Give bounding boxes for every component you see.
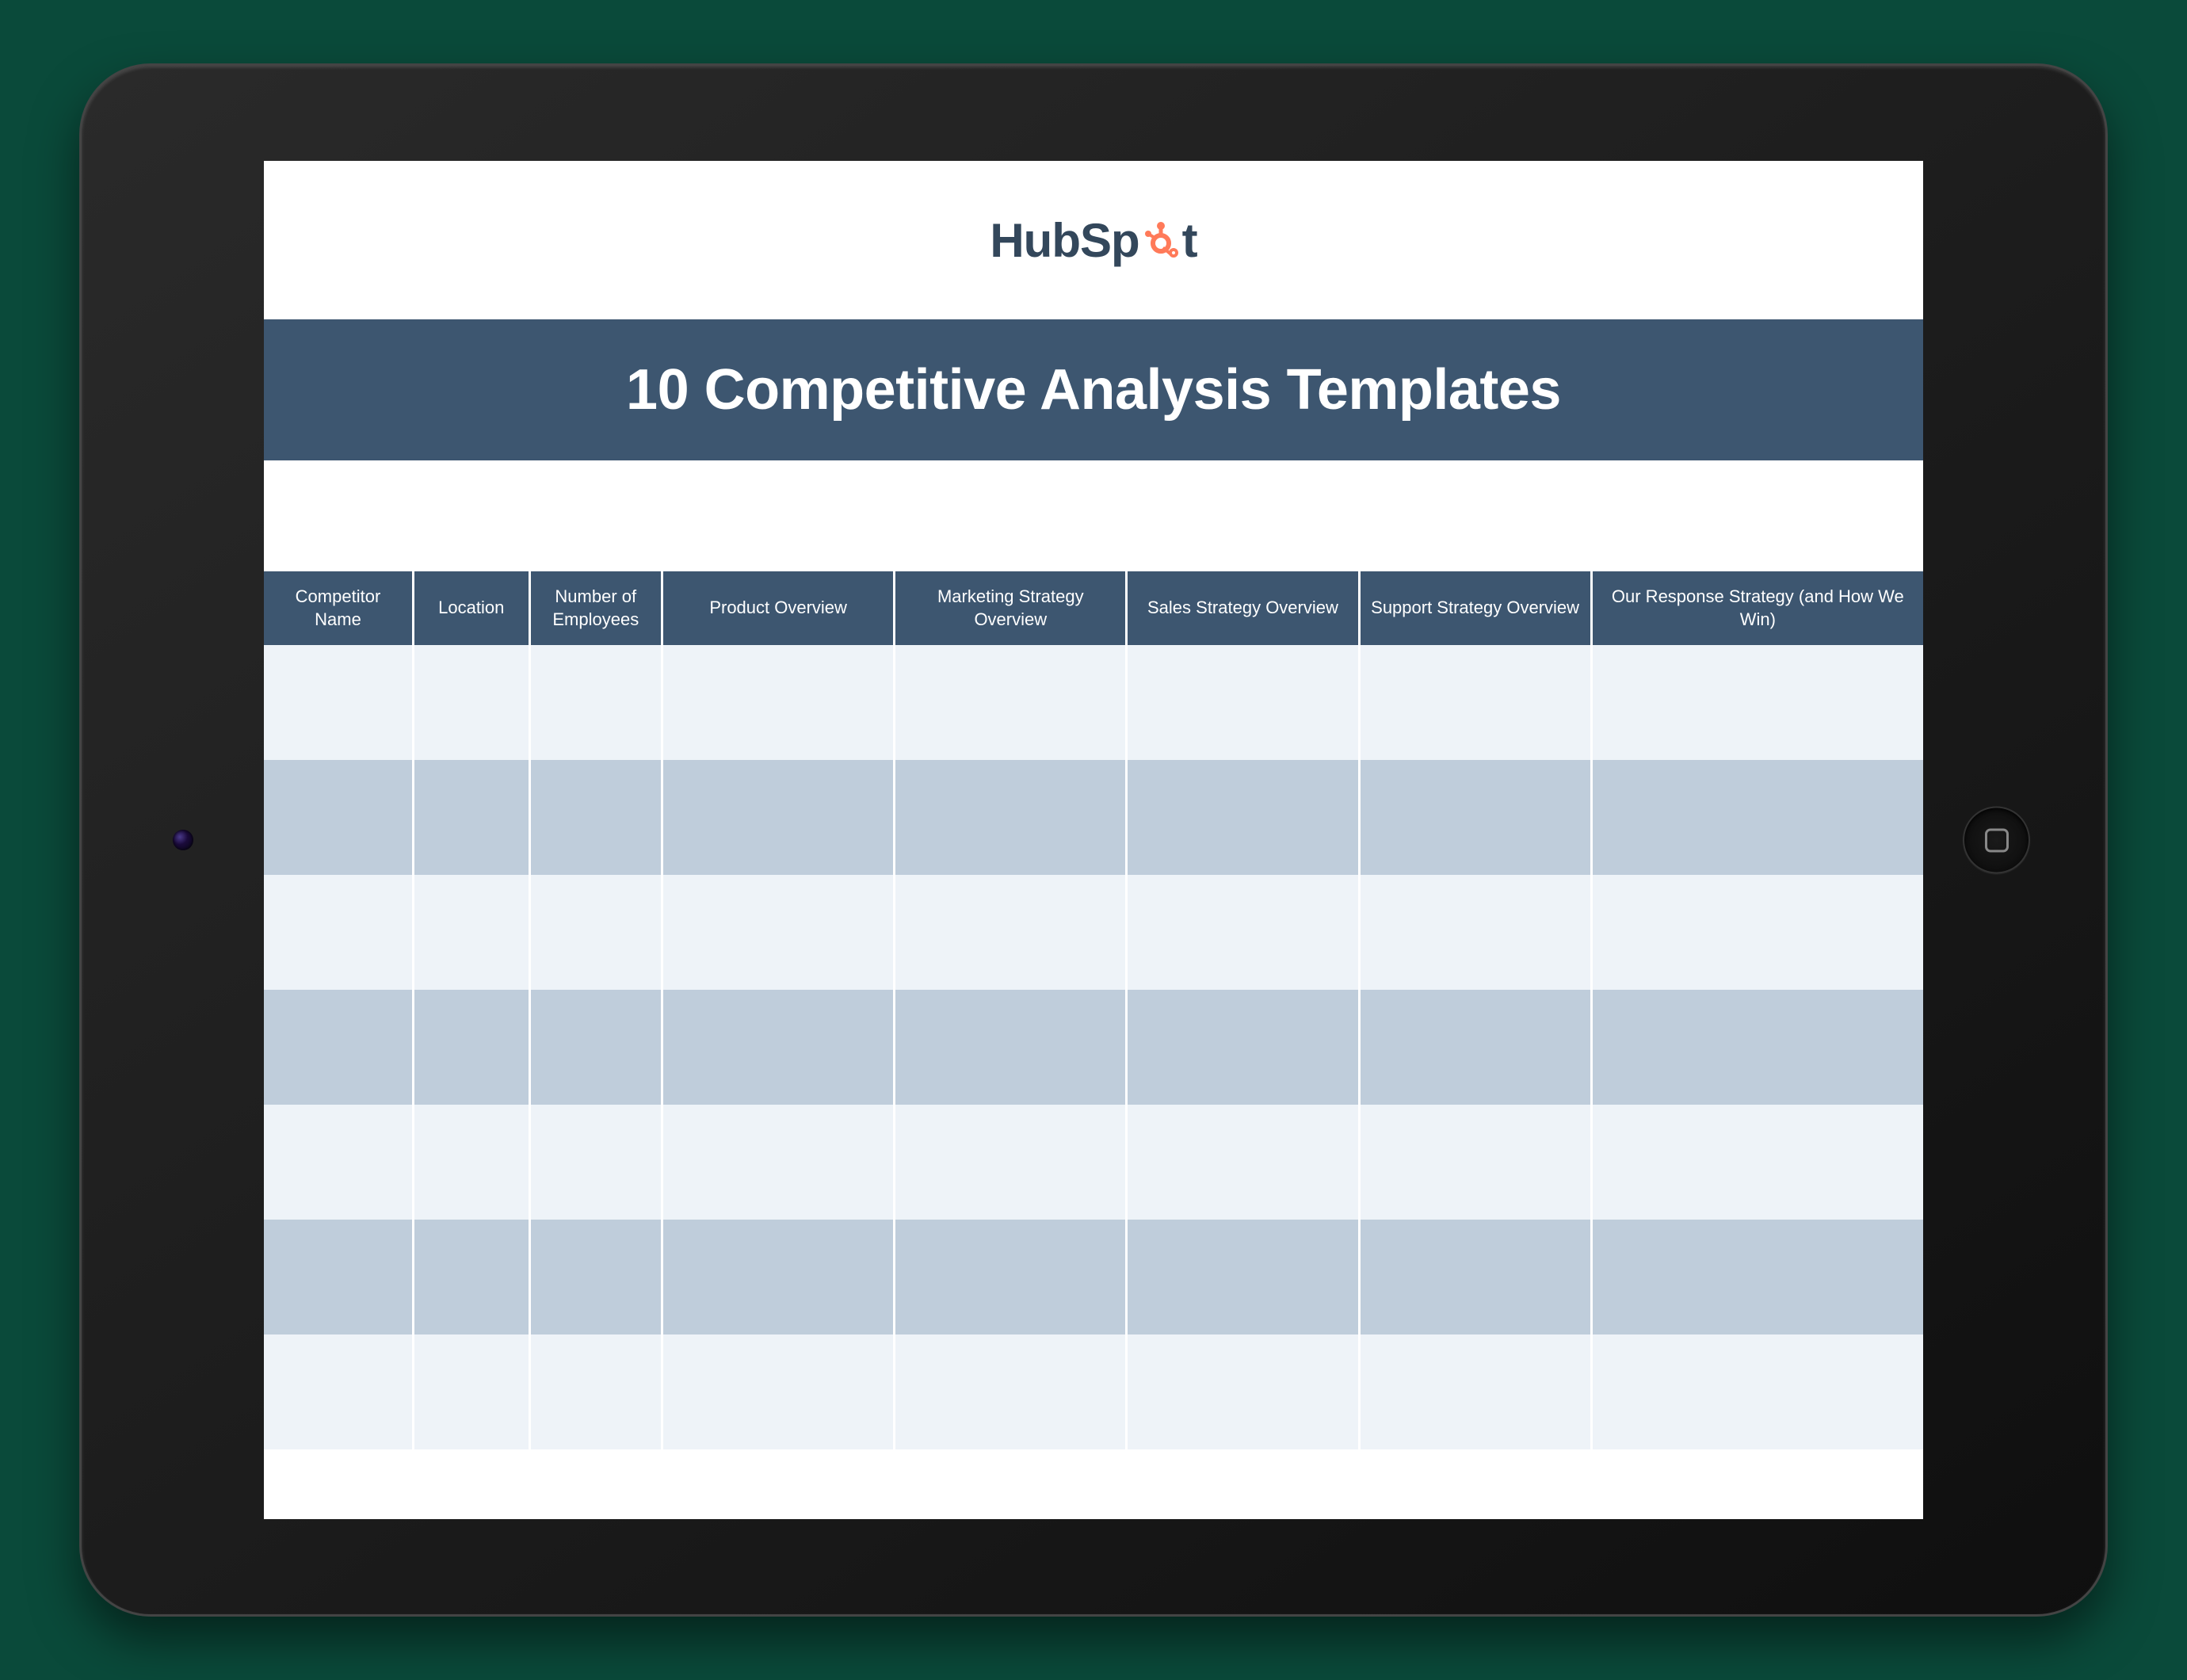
table-cell[interactable] — [1359, 1220, 1591, 1334]
brand-logo-area: HubSp t — [264, 161, 1923, 319]
home-button-icon — [1985, 828, 2009, 852]
table-body — [264, 645, 1923, 1449]
table-cell[interactable] — [662, 1105, 895, 1220]
competitive-analysis-table: Competitor Name Location Number of Emplo… — [264, 571, 1923, 1449]
spacer — [264, 460, 1923, 571]
table-cell[interactable] — [529, 645, 662, 760]
table-cell[interactable] — [662, 1220, 895, 1334]
table-cell[interactable] — [1591, 645, 1923, 760]
table-cell[interactable] — [413, 645, 529, 760]
table-cell[interactable] — [413, 990, 529, 1105]
table-cell[interactable] — [529, 1105, 662, 1220]
column-header-location: Location — [413, 571, 529, 645]
table-cell[interactable] — [895, 875, 1127, 990]
table-cell[interactable] — [1359, 645, 1591, 760]
table-cell[interactable] — [413, 1105, 529, 1220]
tablet-screen: HubSp t — [264, 161, 1923, 1519]
table-cell[interactable] — [1127, 760, 1359, 875]
table-cell[interactable] — [1359, 760, 1591, 875]
home-button[interactable] — [1963, 807, 2030, 874]
table-cell[interactable] — [529, 760, 662, 875]
table-row[interactable] — [264, 1105, 1923, 1220]
table-header-row: Competitor Name Location Number of Emplo… — [264, 571, 1923, 645]
table-cell[interactable] — [264, 1334, 413, 1449]
table-row[interactable] — [264, 645, 1923, 760]
column-header-employees: Number of Employees — [529, 571, 662, 645]
table-cell[interactable] — [413, 1220, 529, 1334]
table-cell[interactable] — [1359, 1334, 1591, 1449]
table-cell[interactable] — [529, 1220, 662, 1334]
table-cell[interactable] — [1591, 760, 1923, 875]
table-cell[interactable] — [1127, 990, 1359, 1105]
table-cell[interactable] — [662, 1334, 895, 1449]
hubspot-logo: HubSp t — [990, 213, 1197, 268]
table-cell[interactable] — [529, 990, 662, 1105]
table-cell[interactable] — [1591, 875, 1923, 990]
table-cell[interactable] — [264, 760, 413, 875]
table-cell[interactable] — [895, 1220, 1127, 1334]
column-header-product-overview: Product Overview — [662, 571, 895, 645]
table-cell[interactable] — [264, 645, 413, 760]
table-cell[interactable] — [662, 760, 895, 875]
table-cell[interactable] — [413, 760, 529, 875]
front-camera-icon — [173, 830, 193, 850]
table-cell[interactable] — [662, 990, 895, 1105]
table-cell[interactable] — [264, 875, 413, 990]
logo-text-part1: HubSp — [990, 213, 1139, 268]
table-cell[interactable] — [413, 1334, 529, 1449]
table-row[interactable] — [264, 990, 1923, 1105]
table-cell[interactable] — [529, 875, 662, 990]
table-cell[interactable] — [264, 990, 413, 1105]
table-row[interactable] — [264, 1220, 1923, 1334]
table-cell[interactable] — [1127, 1105, 1359, 1220]
column-header-competitor-name: Competitor Name — [264, 571, 413, 645]
table-cell[interactable] — [895, 760, 1127, 875]
table-row[interactable] — [264, 760, 1923, 875]
column-header-response-strategy: Our Response Strategy (and How We Win) — [1591, 571, 1923, 645]
sprocket-icon — [1140, 220, 1181, 261]
table-cell[interactable] — [1127, 645, 1359, 760]
table-cell[interactable] — [264, 1105, 413, 1220]
table-cell[interactable] — [1359, 990, 1591, 1105]
table-cell[interactable] — [413, 875, 529, 990]
table-cell[interactable] — [662, 875, 895, 990]
column-header-support-strategy: Support Strategy Overview — [1359, 571, 1591, 645]
column-header-marketing-strategy: Marketing Strategy Overview — [895, 571, 1127, 645]
table-row[interactable] — [264, 1334, 1923, 1449]
table-cell[interactable] — [895, 990, 1127, 1105]
column-header-sales-strategy: Sales Strategy Overview — [1127, 571, 1359, 645]
table-cell[interactable] — [529, 1334, 662, 1449]
table-cell[interactable] — [1359, 1105, 1591, 1220]
page-title: 10 Competitive Analysis Templates — [264, 319, 1923, 460]
table-cell[interactable] — [1591, 1220, 1923, 1334]
table-cell[interactable] — [1591, 990, 1923, 1105]
table-cell[interactable] — [264, 1220, 413, 1334]
table-cell[interactable] — [662, 645, 895, 760]
table-cell[interactable] — [1591, 1334, 1923, 1449]
table-cell[interactable] — [895, 645, 1127, 760]
table-cell[interactable] — [895, 1105, 1127, 1220]
logo-text-part2: t — [1182, 213, 1197, 268]
table-cell[interactable] — [895, 1334, 1127, 1449]
table-row[interactable] — [264, 875, 1923, 990]
table-cell[interactable] — [1591, 1105, 1923, 1220]
table-cell[interactable] — [1127, 1334, 1359, 1449]
tablet-device-frame: HubSp t — [79, 63, 2108, 1617]
table-cell[interactable] — [1127, 1220, 1359, 1334]
table-cell[interactable] — [1127, 875, 1359, 990]
table-cell[interactable] — [1359, 875, 1591, 990]
